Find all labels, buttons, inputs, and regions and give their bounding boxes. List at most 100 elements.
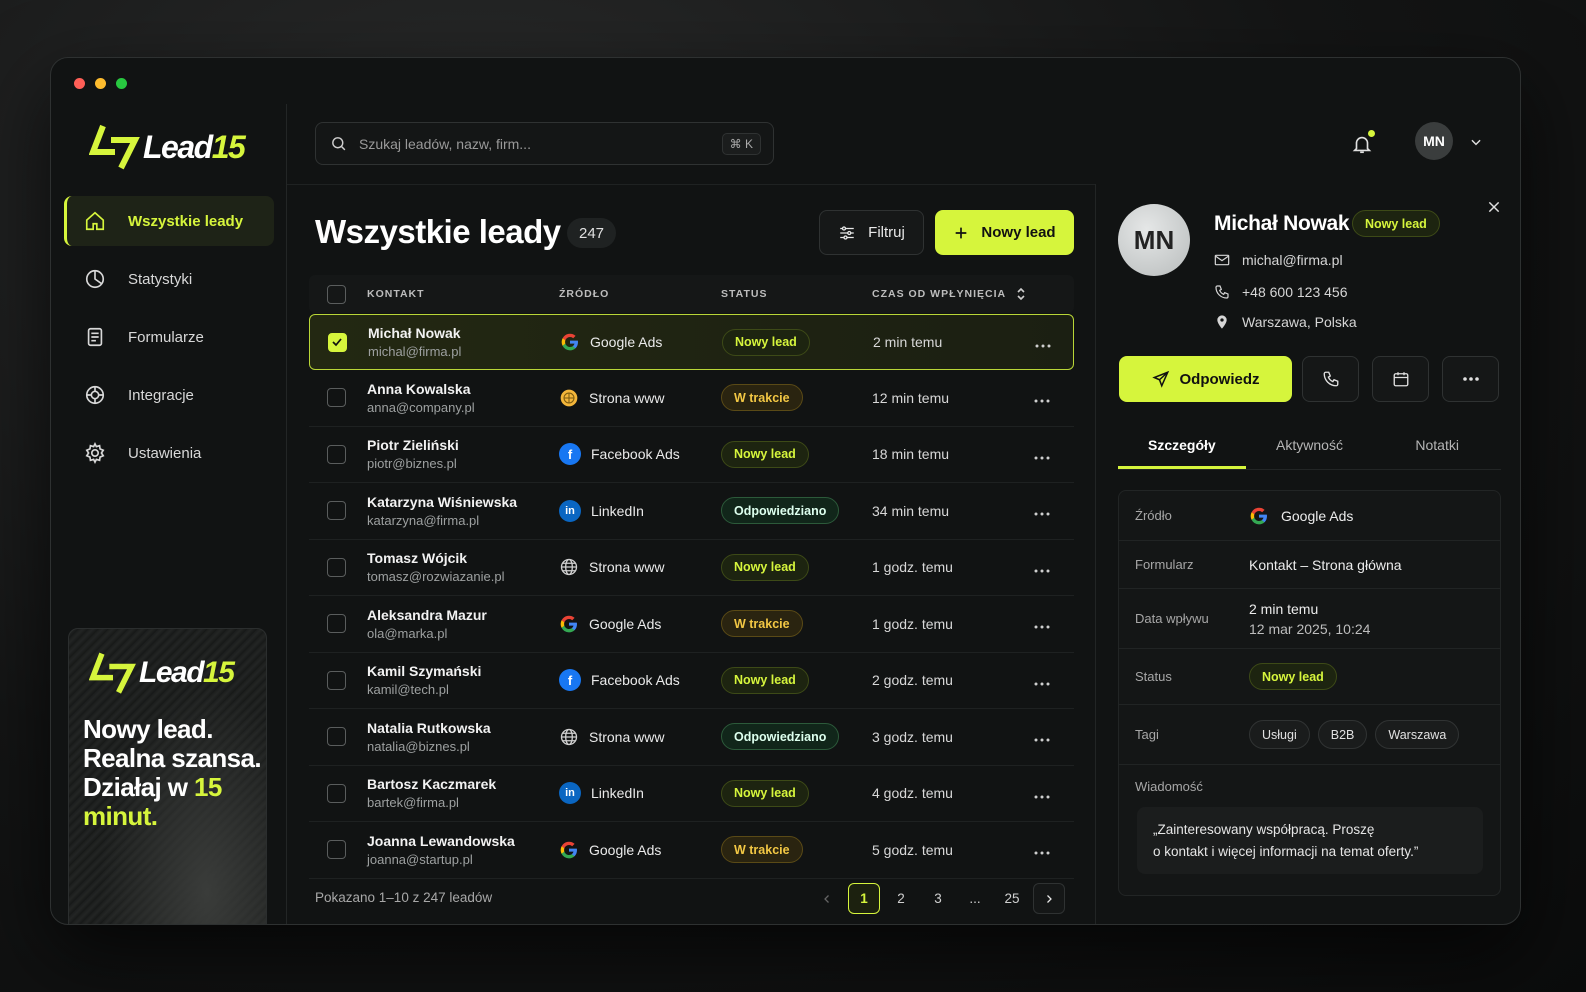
contact-email: joanna@startup.pl bbox=[367, 851, 473, 867]
sidebar-item-all-leads[interactable]: Wszystkie leady bbox=[64, 196, 274, 246]
column-time[interactable]: CZAS OD WPŁYNIĘCIA bbox=[872, 287, 1062, 301]
tag-chip[interactable]: B2B bbox=[1317, 720, 1368, 749]
row-checkbox[interactable] bbox=[326, 840, 346, 860]
contact-cell: Michał Nowak michal@firma.pl bbox=[364, 325, 560, 359]
table-row[interactable]: Natalia Rutkowska natalia@biznes.pl Strona… bbox=[309, 709, 1074, 766]
form-icon bbox=[84, 326, 106, 348]
search-bar[interactable]: ⌘ K bbox=[315, 122, 774, 165]
sidebar-item-label: Formularze bbox=[128, 328, 204, 346]
row-more-button[interactable] bbox=[1022, 670, 1062, 691]
lead-message: „Zainteresowany współpracą. Proszę o kon… bbox=[1137, 807, 1483, 874]
close-icon bbox=[1488, 201, 1500, 213]
contact-email: natalia@biznes.pl bbox=[367, 738, 470, 754]
row-checkbox[interactable] bbox=[326, 670, 346, 690]
sidebar-item-stats[interactable]: Statystyki bbox=[64, 254, 274, 304]
status-badge: W trakcie bbox=[721, 610, 803, 638]
row-checkbox[interactable] bbox=[326, 388, 346, 408]
tab-details[interactable]: Szczegóły bbox=[1118, 432, 1246, 469]
lead-phone[interactable]: +48 600 123 456 bbox=[1214, 284, 1348, 300]
detail-tabs: Szczegóły Aktywność Notatki bbox=[1118, 432, 1501, 470]
tab-activity[interactable]: Aktywność bbox=[1246, 432, 1374, 469]
row-more-button[interactable] bbox=[1022, 726, 1062, 747]
gear-icon bbox=[84, 442, 106, 464]
row-checkbox[interactable] bbox=[327, 332, 347, 352]
source-label: LinkedIn bbox=[591, 785, 644, 802]
row-more-button[interactable] bbox=[1022, 387, 1062, 408]
more-actions-button[interactable] bbox=[1442, 356, 1499, 402]
tag-chip[interactable]: Usługi bbox=[1249, 720, 1310, 749]
row-checkbox[interactable] bbox=[326, 444, 346, 464]
table-row[interactable]: Piotr Zieliński piotr@biznes.pl f Facebook … bbox=[309, 427, 1074, 483]
source-label: Google Ads bbox=[589, 615, 662, 632]
new-lead-label: Nowy lead bbox=[981, 224, 1056, 241]
row-checkbox[interactable] bbox=[326, 501, 346, 521]
globe-icon bbox=[560, 389, 578, 407]
row-checkbox[interactable] bbox=[326, 557, 346, 577]
promo-card: Lead15 Nowy lead. Realna szansa. Działaj… bbox=[68, 628, 267, 924]
table-row[interactable]: Joanna Lewandowska joanna@startup.pl Googl… bbox=[309, 822, 1074, 879]
new-lead-button[interactable]: Nowy lead bbox=[935, 210, 1074, 255]
row-more-button[interactable] bbox=[1023, 332, 1063, 353]
table-row[interactable]: Anna Kowalska anna@company.pl Strona www W … bbox=[309, 370, 1074, 427]
reply-button[interactable]: Odpowiedz bbox=[1119, 356, 1292, 402]
tab-notes[interactable]: Notatki bbox=[1373, 432, 1501, 469]
row-more-button[interactable] bbox=[1022, 500, 1062, 521]
table-row[interactable]: Kamil Szymański kamil@tech.pl f Facebook Ad… bbox=[309, 653, 1074, 709]
minimize-window-dot[interactable] bbox=[95, 78, 106, 89]
call-button[interactable] bbox=[1302, 356, 1359, 402]
sidebar-item-label: Statystyki bbox=[128, 270, 193, 288]
prev-page-button[interactable] bbox=[811, 883, 843, 914]
contact-cell: Piotr Zieliński piotr@biznes.pl bbox=[363, 437, 559, 471]
page-button-25[interactable]: 25 bbox=[996, 883, 1028, 914]
row-checkbox[interactable] bbox=[326, 727, 346, 747]
logo[interactable]: Lead15 bbox=[89, 124, 246, 170]
source-label: Facebook Ads bbox=[591, 672, 680, 689]
page-button-2[interactable]: 2 bbox=[885, 883, 917, 914]
next-page-button[interactable] bbox=[1033, 883, 1065, 914]
chevron-down-icon[interactable] bbox=[1469, 135, 1483, 149]
row-checkbox[interactable] bbox=[326, 614, 346, 634]
select-all-checkbox[interactable] bbox=[326, 284, 346, 304]
search-input[interactable] bbox=[359, 135, 689, 152]
source-label: Facebook Ads bbox=[591, 446, 680, 463]
row-more-button[interactable] bbox=[1022, 839, 1062, 860]
sidebar-item-forms[interactable]: Formularze bbox=[64, 312, 274, 362]
row-more-button[interactable] bbox=[1022, 557, 1062, 578]
close-window-dot[interactable] bbox=[74, 78, 85, 89]
filter-button[interactable]: Filtruj bbox=[819, 210, 924, 255]
time-cell: 12 min temu bbox=[872, 389, 950, 406]
status-cell: W trakcie bbox=[721, 384, 872, 412]
maximize-window-dot[interactable] bbox=[116, 78, 127, 89]
sidebar-item-settings[interactable]: Ustawienia bbox=[64, 428, 274, 478]
contact-name: Piotr Zieliński bbox=[367, 437, 459, 454]
source-cell: in LinkedIn bbox=[559, 499, 721, 522]
row-checkbox[interactable] bbox=[326, 783, 346, 803]
more-horizontal-icon bbox=[1034, 851, 1050, 855]
contact-name: Tomasz Wójcik bbox=[367, 550, 468, 567]
sidebar-item-integrations[interactable]: Integracje bbox=[64, 370, 274, 420]
more-horizontal-icon bbox=[1034, 512, 1050, 516]
row-more-button[interactable] bbox=[1022, 783, 1062, 804]
row-more-button[interactable] bbox=[1022, 444, 1062, 465]
google-icon bbox=[1250, 507, 1267, 524]
user-avatar[interactable]: MN bbox=[1415, 122, 1453, 160]
table-row[interactable]: Michał Nowak michal@firma.pl Google Ads Now… bbox=[309, 314, 1074, 370]
phone-icon bbox=[1215, 285, 1229, 299]
table-row[interactable]: Katarzyna Wiśniewska katarzyna@firma.pl in… bbox=[309, 483, 1074, 540]
page-button-3[interactable]: 3 bbox=[922, 883, 954, 914]
close-detail-button[interactable] bbox=[1486, 198, 1502, 221]
row-more-button[interactable] bbox=[1022, 613, 1062, 634]
app-window: Lead15 Wszystkie leady Statystyki Formul… bbox=[50, 57, 1521, 925]
time-cell: 5 godz. temu bbox=[872, 841, 953, 858]
page-button-1[interactable]: 1 bbox=[848, 883, 880, 914]
table-row[interactable]: Aleksandra Mazur ola@marka.pl Google Ads W … bbox=[309, 596, 1074, 653]
status-badge: W trakcie bbox=[721, 836, 803, 864]
tag-chip[interactable]: Warszawa bbox=[1375, 720, 1460, 749]
table-row[interactable]: Bartosz Kaczmarek bartek@firma.pl in Linked… bbox=[309, 766, 1074, 822]
schedule-button[interactable] bbox=[1372, 356, 1429, 402]
lead-email[interactable]: michal@firma.pl bbox=[1214, 252, 1343, 268]
table-row[interactable]: Tomasz Wójcik tomasz@rozwiazanie.pl Strona… bbox=[309, 540, 1074, 596]
source-label: Google Ads bbox=[590, 334, 663, 350]
notifications-button[interactable] bbox=[1351, 130, 1375, 156]
lead-name: Michał Nowak bbox=[1214, 212, 1350, 235]
